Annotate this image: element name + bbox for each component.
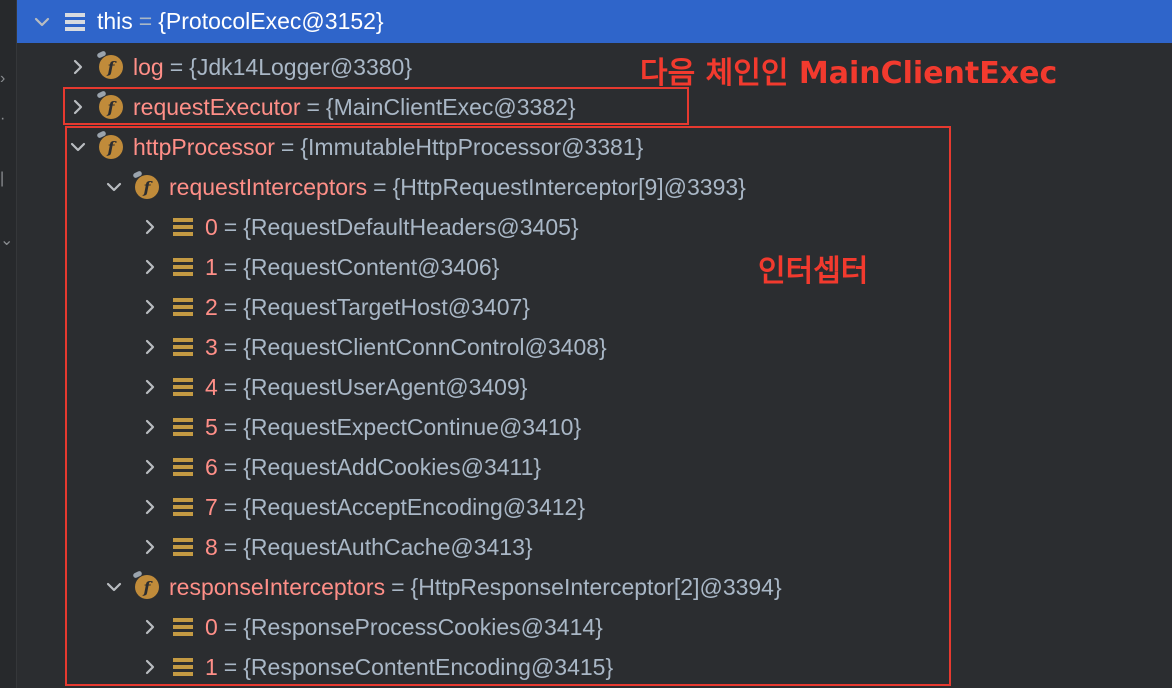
annotation-interceptors: 인터셉터 xyxy=(758,254,869,289)
annotation-box-http-processor xyxy=(65,126,951,686)
variable-name: this xyxy=(97,8,133,34)
field-icon: f xyxy=(99,55,123,79)
equals-sign: = xyxy=(138,8,153,34)
tree-row[interactable]: this = {ProtocolExec@3152} xyxy=(17,0,1172,43)
equals-sign: = xyxy=(169,53,184,80)
variable-value: {ProtocolExec@3152} xyxy=(158,8,384,34)
gutter-mark: ⌄ xyxy=(0,232,14,249)
gutter-mark: | xyxy=(0,170,5,187)
gutter-mark: › xyxy=(0,70,6,87)
annotation-main-client-exec: 다음 체인인 MainClientExec xyxy=(640,56,1058,91)
chevron-down-icon[interactable] xyxy=(31,16,53,28)
left-gutter: › · | ⌄ xyxy=(0,0,17,688)
variable-value: {Jdk14Logger@3380} xyxy=(189,53,413,80)
annotation-box-request-executor xyxy=(63,87,689,125)
chevron-right-icon[interactable] xyxy=(67,59,89,75)
array-element-icon xyxy=(65,12,85,31)
gutter-mark: · xyxy=(0,110,6,127)
variable-name: log xyxy=(133,53,164,80)
